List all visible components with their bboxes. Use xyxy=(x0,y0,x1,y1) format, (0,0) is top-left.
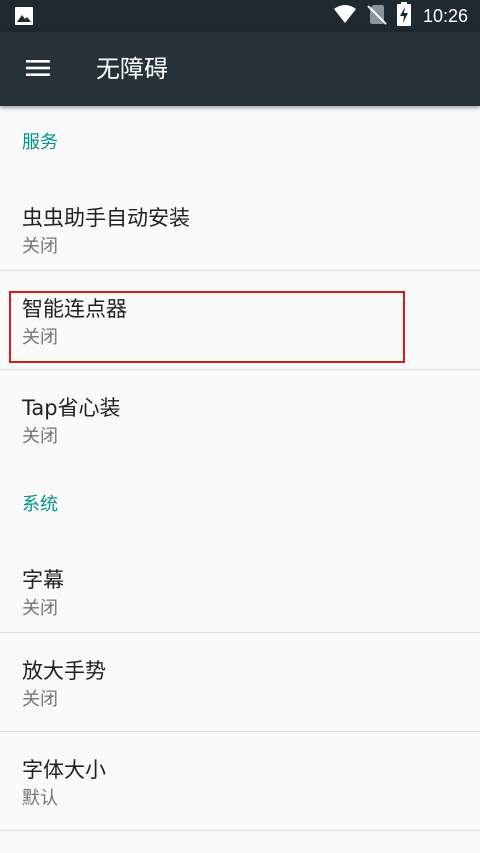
app-bar: 无障碍 xyxy=(0,32,480,106)
section-title: 服务 xyxy=(22,132,58,153)
item-title: 字体大小 xyxy=(22,758,106,782)
clock-time: 10:26 xyxy=(422,5,468,26)
item-summary: 关闭 xyxy=(22,236,58,257)
menu-button[interactable] xyxy=(18,50,58,90)
image-notification-icon xyxy=(14,6,34,26)
list-item-tap-install[interactable]: Tap省心装 关闭 xyxy=(0,370,480,468)
item-summary: 默认 xyxy=(22,788,58,809)
page-title: 无障碍 xyxy=(96,55,168,83)
item-title: 字幕 xyxy=(22,568,64,592)
list-item-chongchong-auto-install[interactable]: 虫虫助手自动安装 关闭 xyxy=(0,172,480,271)
battery-charging-icon xyxy=(396,2,411,30)
section-title: 系统 xyxy=(22,494,58,515)
list-item-magnification-gesture[interactable]: 放大手势 关闭 xyxy=(0,633,480,732)
item-summary: 关闭 xyxy=(22,327,58,348)
item-summary: 关闭 xyxy=(22,598,58,619)
settings-list: 服务 虫虫助手自动安装 关闭 智能连点器 关闭 Tap省心装 关闭 系统 字幕 … xyxy=(0,106,480,831)
wifi-icon xyxy=(333,4,357,28)
no-sim-icon xyxy=(367,3,387,29)
item-summary: 关闭 xyxy=(22,426,58,447)
item-title: Tap省心装 xyxy=(22,396,121,420)
section-header-services: 服务 xyxy=(0,106,480,172)
status-bar: 10:26 xyxy=(0,0,480,32)
item-summary: 关闭 xyxy=(22,689,58,710)
item-title: 虫虫助手自动安装 xyxy=(22,206,190,230)
item-title: 智能连点器 xyxy=(22,297,127,321)
section-header-system: 系统 xyxy=(0,468,480,534)
list-item-font-size[interactable]: 字体大小 默认 xyxy=(0,732,480,831)
list-item-smart-clicker[interactable]: 智能连点器 关闭 xyxy=(0,271,480,370)
hamburger-menu-icon xyxy=(26,59,50,81)
list-item-captions[interactable]: 字幕 关闭 xyxy=(0,534,480,633)
item-title: 放大手势 xyxy=(22,659,106,683)
